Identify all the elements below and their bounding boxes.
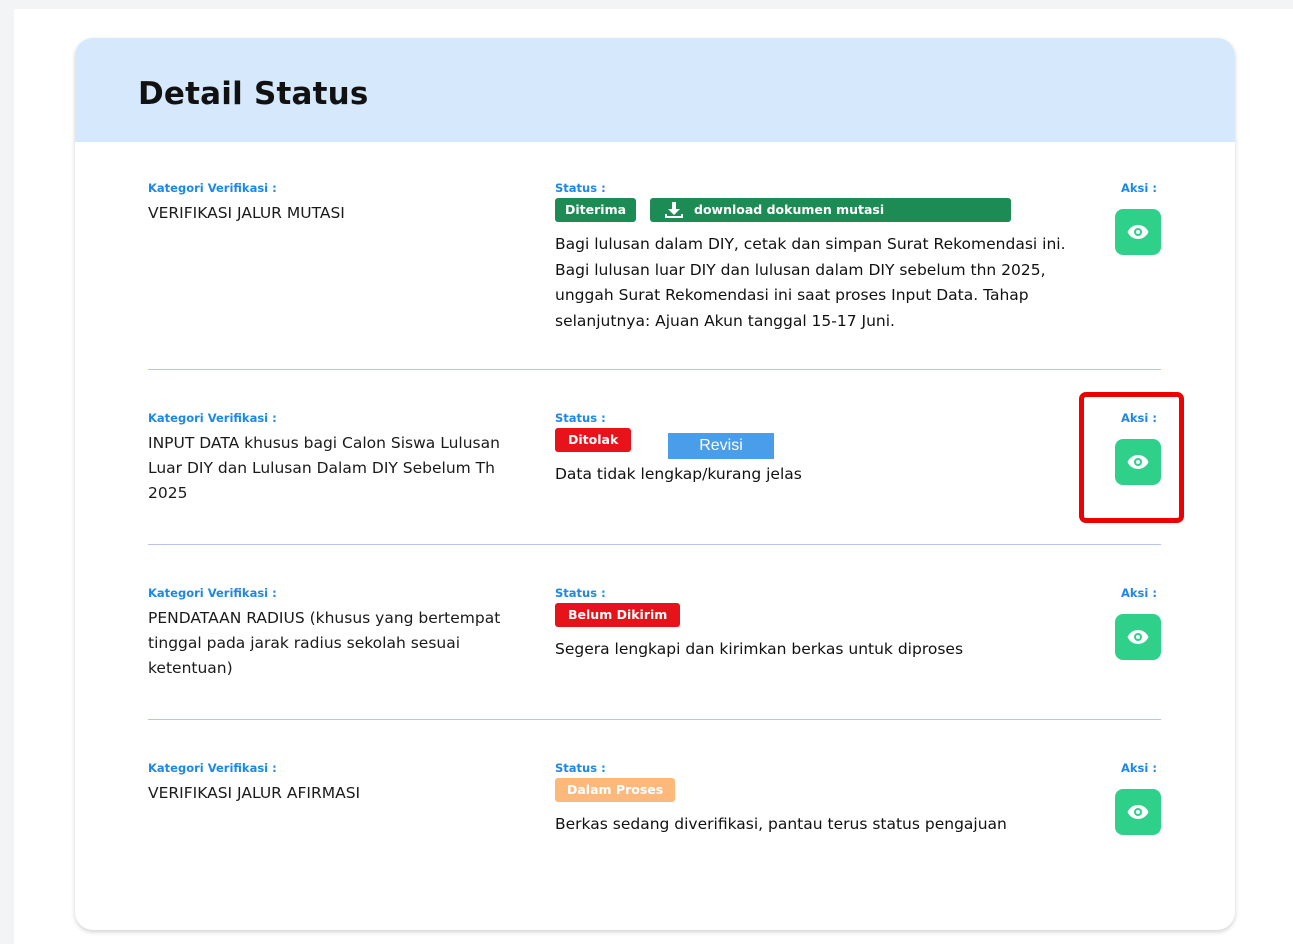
status-badge-in-process: Dalam Proses <box>555 778 676 802</box>
view-button[interactable] <box>1115 614 1161 660</box>
row-divider <box>148 719 1161 720</box>
category-label: Kategori Verifikasi : <box>148 586 277 600</box>
category-label: Kategori Verifikasi : <box>148 761 277 775</box>
category-label: Kategori Verifikasi : <box>148 411 277 425</box>
action-label: Aksi : <box>1121 181 1157 195</box>
category-label: Kategori Verifikasi : <box>148 181 277 195</box>
status-description: Bagi lulusan dalam DIY, cetak dan simpan… <box>555 235 1066 330</box>
category-value: PENDATAAN RADIUS (khusus yang bertempat … <box>148 609 501 677</box>
category-value: VERIFIKASI JALUR MUTASI <box>148 204 345 222</box>
action-label: Aksi : <box>1121 586 1157 600</box>
action-label: Aksi : <box>1121 761 1157 775</box>
status-label: Status : <box>555 586 606 600</box>
status-description: Data tidak lengkap/kurang jelas <box>555 465 802 483</box>
status-description: Segera lengkapi dan kirimkan berkas untu… <box>555 640 964 658</box>
card-header: Detail Status <box>75 38 1235 142</box>
download-document-button[interactable]: download dokumen mutasi <box>650 198 1011 222</box>
status-label: Status : <box>555 181 606 195</box>
highlight-box <box>1079 392 1184 523</box>
download-icon <box>665 202 683 218</box>
status-badge-not-sent: Belum Dikirim <box>555 603 681 627</box>
status-badge-accepted: Diterima <box>555 198 637 222</box>
status-label: Status : <box>555 761 606 775</box>
category-value: INPUT DATA khusus bagi Calon Siswa Lulus… <box>148 434 500 502</box>
eye-icon <box>1127 630 1149 644</box>
status-label: Status : <box>555 411 606 425</box>
status-description: Berkas sedang diverifikasi, pantau terus… <box>555 815 1007 833</box>
revisi-annotation: Revisi <box>668 433 774 459</box>
category-value: VERIFIKASI JALUR AFIRMASI <box>148 784 361 802</box>
status-badge-rejected: Ditolak <box>555 428 632 452</box>
page-title: Detail Status <box>138 76 369 112</box>
detail-status-card: Detail Status Kategori Verifikasi : Stat… <box>75 38 1235 930</box>
row-divider <box>148 544 1161 545</box>
view-button[interactable] <box>1115 209 1161 255</box>
view-button[interactable] <box>1115 789 1161 835</box>
eye-icon <box>1127 805 1149 819</box>
download-label: download dokumen mutasi <box>694 202 885 217</box>
row-divider <box>148 369 1161 370</box>
eye-icon <box>1127 225 1149 239</box>
